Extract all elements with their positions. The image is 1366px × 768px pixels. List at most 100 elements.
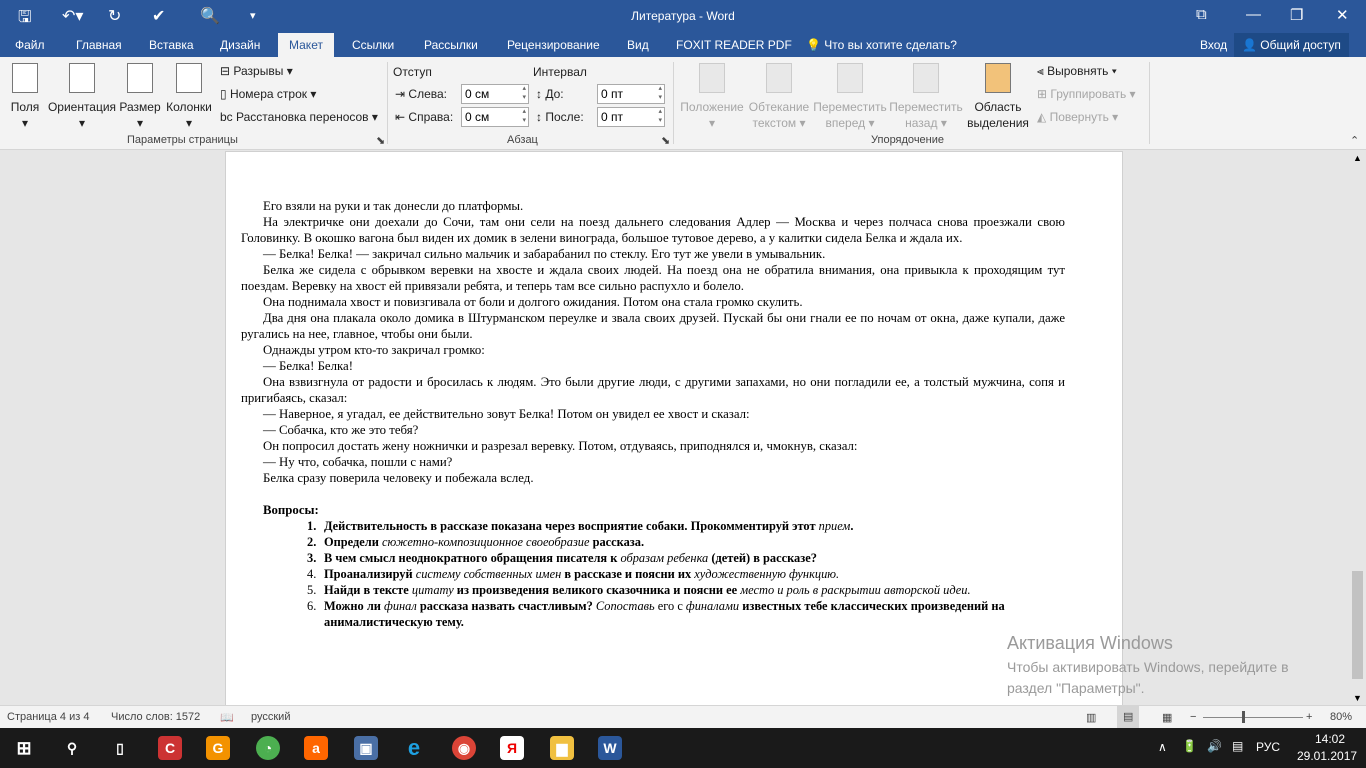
document-page[interactable]: Его взяли на руки и так донесли до платф… [225, 151, 1123, 705]
size-button[interactable]: Размер ▾ [118, 63, 162, 131]
position-icon [699, 63, 725, 93]
clock-date[interactable]: 29.01.2017 [1297, 749, 1357, 763]
bring-forward-button[interactable]: Переместить вперед ▾ [812, 63, 888, 131]
web-layout-icon[interactable]: ▦ [1162, 711, 1172, 724]
question-text-segment: Сопоставь [595, 599, 655, 613]
zoom-level[interactable]: 80% [1330, 711, 1352, 723]
margins-button[interactable]: Поля ▾ [8, 63, 42, 131]
indent-left-input[interactable]: 0 см [461, 84, 529, 104]
read-mode-icon[interactable]: ▥ [1086, 711, 1096, 724]
tab-home[interactable]: Главная [76, 38, 122, 52]
page-count[interactable]: Страница 4 из 4 [7, 711, 89, 723]
spacing-after-label: ↕ После: [536, 110, 584, 124]
file-explorer-icon[interactable]: ▆ [550, 736, 574, 760]
network-app-icon[interactable]: ▣ [354, 736, 378, 760]
zoom-in-button[interactable]: + [1306, 711, 1312, 723]
hyphenation-label: Расстановка переносов [236, 110, 369, 124]
paragraph: Его взяли на руки и так донесли до платф… [263, 199, 524, 213]
tab-review[interactable]: Рецензирование [507, 38, 600, 52]
start-button[interactable]: ⊞ [12, 736, 36, 760]
input-language[interactable]: РУС [1256, 740, 1280, 754]
yandex-icon[interactable]: Я [500, 736, 524, 760]
collapse-ribbon-icon[interactable]: ⌃ [1350, 134, 1359, 147]
orientation-button[interactable]: Ориентация ▾ [46, 63, 118, 131]
scroll-thumb[interactable] [1352, 571, 1363, 679]
tab-layout[interactable]: Макет [278, 33, 334, 57]
size-icon [127, 63, 153, 93]
selection-pane-button[interactable]: Область выделения [964, 63, 1032, 131]
vertical-scrollbar[interactable]: ▲ ▼ [1349, 151, 1366, 705]
paragraph: Два дня она плакала около домика в Штурм… [241, 311, 1065, 341]
spacing-after-input[interactable]: 0 пт [597, 107, 665, 127]
paragraph: — Белка! Белка! — закричал сильно мальчи… [263, 247, 826, 261]
internet-explorer-icon[interactable]: e [402, 736, 426, 760]
line-numbers-button[interactable]: ▯ Номера строк ▾ [220, 87, 316, 101]
scroll-down-icon[interactable]: ▼ [1353, 693, 1362, 703]
group-button[interactable]: ⊞ Группировать ▾ [1037, 87, 1136, 101]
position-button[interactable]: Положение ▾ [678, 63, 746, 131]
search-icon[interactable]: ⚲ [60, 736, 84, 760]
breaks-icon: ⊟ [220, 64, 231, 78]
restore-button[interactable]: ❐ [1290, 6, 1303, 24]
minimize-button[interactable]: — [1246, 6, 1261, 23]
print-layout-icon[interactable]: ▤ [1117, 706, 1140, 728]
wrap-text-button[interactable]: Обтекание текстом ▾ [746, 63, 812, 131]
question-item: 5. Найди в тексте цитату из произведения … [307, 582, 1065, 598]
volume-icon[interactable]: 🔊 [1207, 739, 1222, 753]
tab-references[interactable]: Ссылки [352, 38, 394, 52]
zoom-out-button[interactable]: − [1190, 711, 1196, 723]
notification-icon[interactable]: ▤ [1232, 739, 1243, 753]
avast-icon[interactable]: a [304, 736, 328, 760]
send-backward-button[interactable]: Переместить назад ▾ [888, 63, 964, 131]
question-text-segment: финалами [685, 599, 740, 613]
tab-foxit[interactable]: FOXIT READER PDF [676, 38, 792, 52]
ribbon-display-icon[interactable]: ⧉ [1196, 6, 1207, 23]
tab-design[interactable]: Дизайн [220, 38, 260, 52]
columns-label: Колонки [166, 100, 212, 114]
indent-left-label: ⇥ Слева: [395, 87, 447, 101]
picasa-icon[interactable]: ◔ [256, 736, 280, 760]
sign-in-link[interactable]: Вход [1200, 38, 1227, 52]
zoom-slider[interactable] [1203, 717, 1303, 718]
question-number: 3. [307, 551, 317, 565]
foxit-icon[interactable]: G [206, 736, 230, 760]
indent-right-input[interactable]: 0 см [461, 107, 529, 127]
tab-view[interactable]: Вид [627, 38, 649, 52]
language[interactable]: русский [251, 711, 290, 723]
tab-file[interactable]: Файл [15, 38, 45, 52]
scroll-up-icon[interactable]: ▲ [1353, 153, 1362, 163]
ribbon-tabs: Файл Главная Вставка Дизайн Макет Ссылки… [0, 33, 1366, 57]
power-icon[interactable]: 🔋 [1182, 739, 1197, 753]
hyphenation-button[interactable]: bc Расстановка переносов ▾ [220, 110, 378, 124]
tab-mailings[interactable]: Рассылки [424, 38, 478, 52]
spacing-before-input[interactable]: 0 пт [597, 84, 665, 104]
paragraph: — Собачка, кто же это тебя? [263, 423, 419, 437]
question-text-segment: Можно ли [324, 599, 385, 613]
align-button[interactable]: ⫷ Выровнять ▾ [1037, 64, 1117, 79]
ccleaner-icon[interactable]: C [158, 736, 182, 760]
word-count[interactable]: Число слов: 1572 [111, 711, 200, 723]
show-hidden-icons[interactable]: ∧ [1158, 740, 1167, 754]
word-taskbar-icon[interactable]: W [598, 736, 622, 760]
zoom-slider-thumb[interactable] [1242, 711, 1245, 723]
tab-insert[interactable]: Вставка [149, 38, 194, 52]
close-button[interactable]: ✕ [1336, 6, 1349, 24]
paragraph-dialog-launcher[interactable]: ⬊ [661, 134, 670, 147]
tell-me-input[interactable]: 💡 Что вы хотите сделать? [806, 38, 957, 52]
activation-watermark-text: Чтобы активировать Windows, перейдите в … [1007, 659, 1289, 696]
document-text[interactable]: Его взяли на руки и так донесли до платф… [241, 198, 1065, 630]
task-view-icon[interactable]: ▯ [108, 736, 132, 760]
spacing-after-icon: ↕ [536, 110, 542, 124]
paragraph: Однажды утром кто-то закричал громко: [263, 343, 485, 357]
columns-button[interactable]: Колонки ▾ [164, 63, 214, 131]
rotate-button[interactable]: ◭ Повернуть ▾ [1037, 110, 1118, 124]
margins-label: Поля [10, 100, 40, 114]
chrome-icon[interactable]: ◉ [452, 736, 476, 760]
breaks-button[interactable]: ⊟ Разрывы ▾ [220, 64, 293, 78]
question-text-segment: Найди в тексте [324, 583, 412, 597]
page-setup-dialog-launcher[interactable]: ⬊ [376, 134, 385, 147]
share-button[interactable]: 👤 Общий доступ [1234, 33, 1349, 57]
question-number: 4. [307, 567, 317, 581]
proofing-icon[interactable]: 📖 [220, 711, 234, 724]
clock-time[interactable]: 14:02 [1315, 732, 1345, 746]
